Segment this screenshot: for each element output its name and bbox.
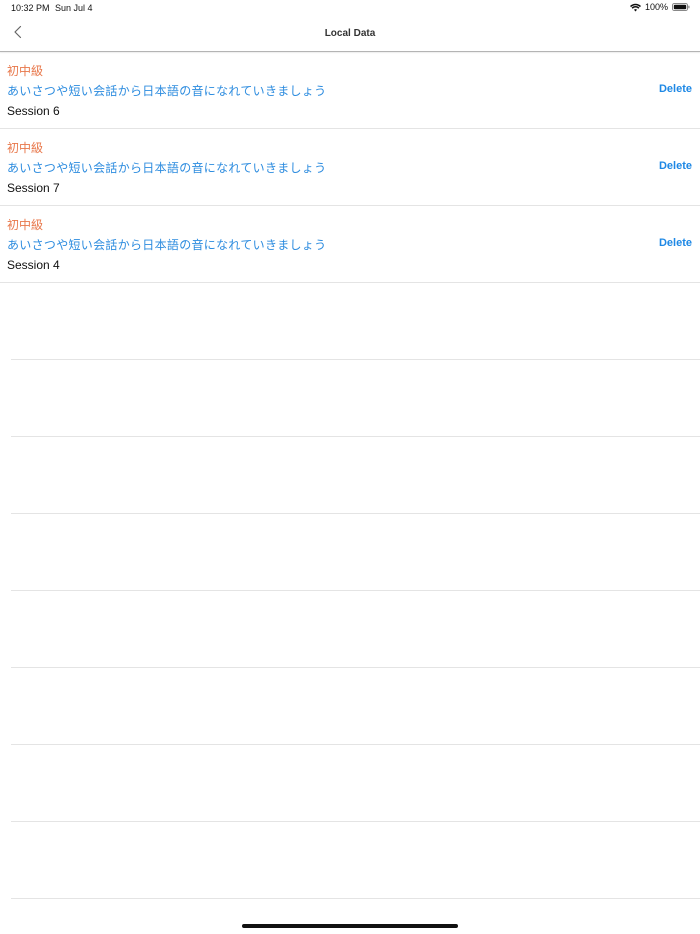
delete-button[interactable]: Delete: [659, 160, 692, 172]
status-bar: 10:32 PM Sun Jul 4 100%: [0, 0, 700, 18]
delete-button[interactable]: Delete: [659, 83, 692, 95]
empty-row: [11, 283, 700, 360]
page-title: Local Data: [324, 28, 376, 39]
item-description: あいさつや短い会話から日本語の音になれていきましょう: [7, 161, 327, 175]
empty-row: [11, 745, 700, 822]
item-session: Session 4: [7, 258, 60, 272]
item-session: Session 6: [7, 104, 60, 118]
battery-icon: [672, 3, 690, 11]
home-indicator: [242, 924, 458, 928]
item-session: Session 7: [7, 181, 60, 195]
item-level: 初中級: [7, 141, 44, 155]
empty-row: [11, 822, 700, 899]
empty-row: [11, 514, 700, 591]
screen: 10:32 PM Sun Jul 4 100% Local Data 初中級 あ…: [0, 0, 700, 934]
empty-row: [11, 360, 700, 437]
delete-button[interactable]: Delete: [659, 237, 692, 249]
local-data-list: 初中級 あいさつや短い会話から日本語の音になれていきましょう Session 6…: [0, 52, 700, 899]
list-item[interactable]: 初中級 あいさつや短い会話から日本語の音になれていきましょう Session 7…: [0, 129, 700, 206]
list-item[interactable]: 初中級 あいさつや短い会話から日本語の音になれていきましょう Session 4…: [0, 206, 700, 283]
item-level: 初中級: [7, 218, 44, 232]
list-item[interactable]: 初中級 あいさつや短い会話から日本語の音になれていきましょう Session 6…: [0, 52, 700, 129]
empty-row: [11, 437, 700, 514]
status-right: 100%: [629, 2, 690, 12]
empty-row: [11, 591, 700, 668]
item-description: あいさつや短い会話から日本語の音になれていきましょう: [7, 84, 327, 98]
status-date: Sun Jul 4: [55, 3, 93, 13]
nav-bar: Local Data: [0, 18, 700, 52]
item-level: 初中級: [7, 64, 44, 78]
battery-percent: 100%: [644, 2, 668, 12]
wifi-icon: [629, 3, 641, 12]
status-time: 10:32 PM: [11, 3, 50, 13]
item-description: あいさつや短い会話から日本語の音になれていきましょう: [7, 238, 327, 252]
empty-row: [11, 668, 700, 745]
